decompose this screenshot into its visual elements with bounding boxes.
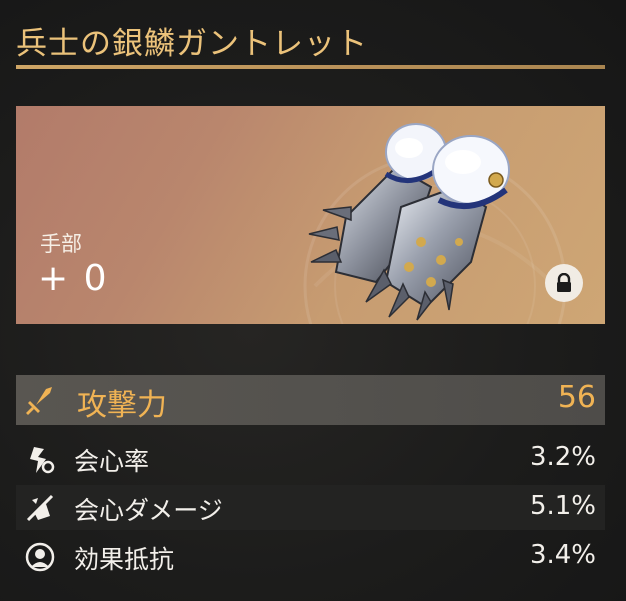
sub-stat-name: 効果抵抗 [74,545,175,574]
effect-resistance-icon [25,542,55,572]
sub-stat-value: 3.4% [529,540,596,570]
sub-stat-name: 会心率 [74,447,150,476]
sub-stat-value: 3.2% [529,442,596,472]
enhance-level: + 0 [38,258,109,299]
lock-toggle-button[interactable] [545,264,583,302]
sub-stat-row: 会心ダメージ 5.1% [16,485,605,530]
sword-icon [26,387,52,415]
title-divider [16,65,605,69]
equipment-slot-label: 手部 [40,232,82,256]
crit-rate-icon [30,447,55,474]
sub-stat-name: 会心ダメージ [74,496,223,525]
main-stat-name: 攻撃力 [77,388,167,423]
main-stat-value: 56 [557,380,596,415]
main-stat-row: 攻撃力 56 [16,375,605,425]
item-title: 兵士の銀鱗ガントレット [16,26,368,62]
gauntlet-icon [308,123,510,321]
crit-damage-icon [26,494,54,522]
item-display-panel: 手部 + 0 [16,106,605,324]
lock-icon [557,273,571,292]
sub-stat-row: 会心率 3.2% [16,436,605,481]
sub-stat-row: 効果抵抗 3.4% [16,534,605,579]
sub-stat-value: 5.1% [529,491,596,521]
